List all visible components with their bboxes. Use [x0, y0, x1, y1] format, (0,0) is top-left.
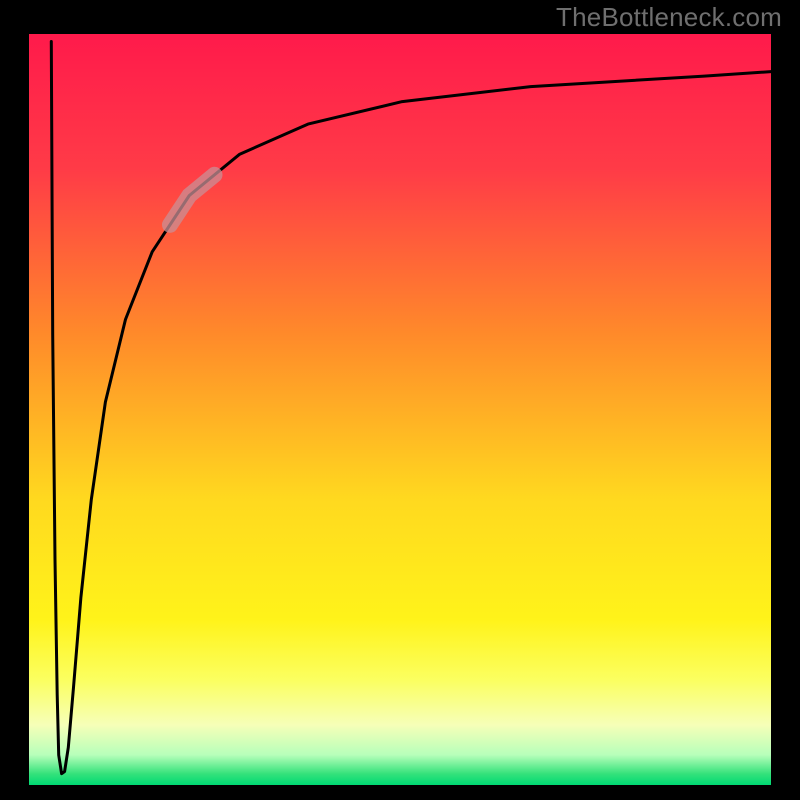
plot-area — [29, 34, 771, 785]
bottleneck-chart — [0, 0, 800, 800]
watermark-text: TheBottleneck.com — [556, 2, 782, 33]
chart-wrap: TheBottleneck.com — [0, 0, 800, 800]
